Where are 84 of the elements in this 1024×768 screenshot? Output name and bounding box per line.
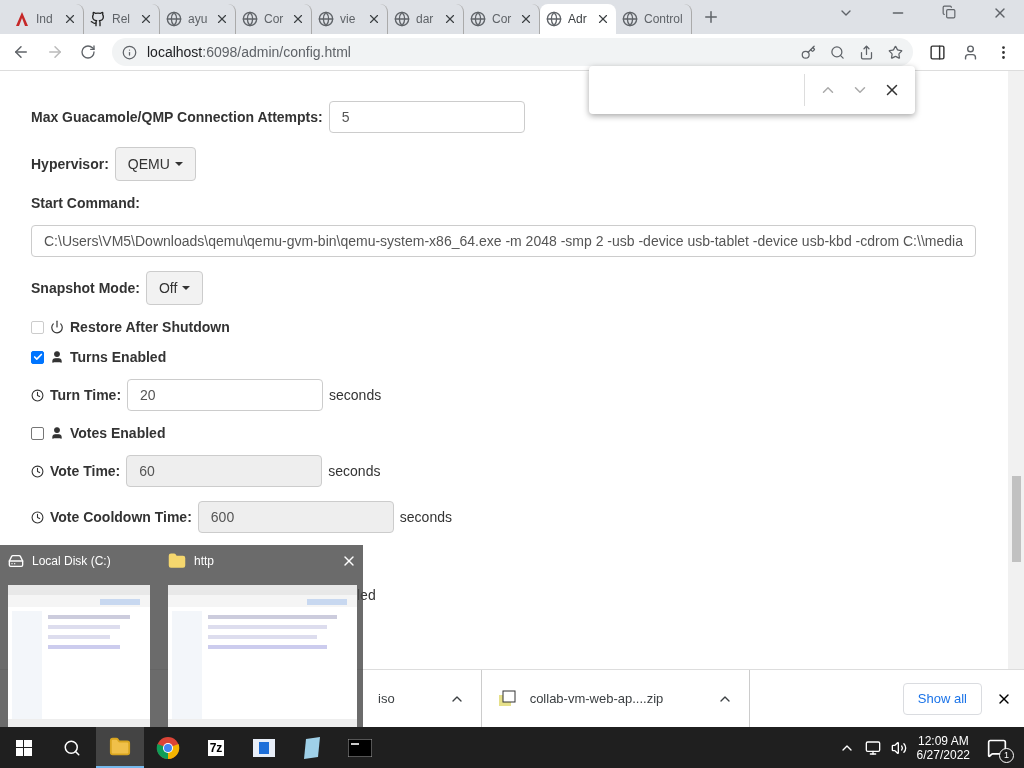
notepad-icon <box>302 736 322 759</box>
close-icon[interactable] <box>519 12 533 26</box>
taskbar-app[interactable]: 7z <box>192 727 240 768</box>
7zip-icon: 7z <box>207 739 225 756</box>
close-icon[interactable] <box>443 12 457 26</box>
side-panel-icon[interactable] <box>929 43 946 61</box>
clock[interactable]: 12:09 AM 6/27/2022 <box>916 733 970 762</box>
info-icon <box>122 44 137 60</box>
window-title: http <box>194 554 214 568</box>
key-icon[interactable] <box>801 44 816 60</box>
close-icon[interactable] <box>139 12 153 26</box>
url-text: localhost:6098/admin/config.html <box>147 44 351 60</box>
close-icon[interactable] <box>291 12 305 26</box>
github-icon <box>90 11 106 27</box>
dropdown[interactable]: QEMU <box>114 147 196 181</box>
checkbox-label: Restore After Shutdown <box>70 319 230 335</box>
star-icon[interactable] <box>888 44 903 60</box>
clock-icon <box>31 464 44 478</box>
close-icon[interactable] <box>63 12 77 26</box>
field-label: Snapshot Mode: <box>31 280 140 296</box>
browser-tab[interactable]: Control <box>616 4 692 34</box>
browser-tab[interactable]: Cor <box>236 4 312 34</box>
profile-icon[interactable] <box>962 43 979 61</box>
notification-button[interactable]: 1 <box>980 732 1014 763</box>
dropdown[interactable]: Off <box>145 271 204 305</box>
user-icon <box>50 426 64 440</box>
arrow-logo-icon <box>14 11 30 27</box>
checkbox-label: Votes Enabled <box>70 425 166 441</box>
window-icon <box>253 738 275 757</box>
close-icon[interactable] <box>367 12 381 26</box>
console-icon <box>348 738 372 757</box>
field-label: Vote Cooldown Time: <box>50 509 192 525</box>
browser-tab[interactable]: vie <box>312 4 388 34</box>
archive-icon <box>497 689 516 708</box>
browser-tab[interactable]: Ind <box>8 4 84 34</box>
globe-icon <box>394 11 410 27</box>
input-field[interactable]: 20 <box>127 379 324 411</box>
search-icon[interactable] <box>830 44 845 60</box>
input-field[interactable]: 5 <box>328 101 525 133</box>
clock-icon <box>31 510 44 524</box>
field-label: Start Command: <box>31 195 141 211</box>
back-icon[interactable] <box>12 43 30 61</box>
checkbox[interactable] <box>31 350 44 364</box>
globe-icon <box>470 11 486 27</box>
show-all-button[interactable]: Show all <box>902 682 982 715</box>
chrome-icon <box>156 735 180 760</box>
folder-icon <box>168 552 186 570</box>
globe-icon <box>166 11 182 27</box>
new-tab-icon[interactable] <box>702 8 720 26</box>
address-bar[interactable]: localhost:6098/admin/config.html <box>112 38 913 66</box>
globe-icon <box>318 11 334 27</box>
checkbox[interactable] <box>31 426 44 440</box>
reload-icon[interactable] <box>80 44 96 60</box>
globe-icon <box>622 11 638 27</box>
globe-icon <box>242 11 258 27</box>
checkbox-label: Turns Enabled <box>70 349 167 365</box>
browser-tab[interactable]: ayu <box>160 4 236 34</box>
field-label: Max Guacamole/QMP Connection Attempts: <box>31 109 323 125</box>
field-label: Vote Time: <box>50 463 121 479</box>
user-icon <box>50 350 64 364</box>
folder-icon <box>109 735 131 758</box>
volume-icon[interactable] <box>890 739 907 756</box>
close-icon[interactable] <box>596 12 610 26</box>
scrollbar[interactable] <box>1008 71 1024 669</box>
command-field[interactable]: C:\Users\VM5\Downloads\qemu\qemu-gvm-bin\qemu-system-x86_64.exe -m 2048 -smp 2 -usb -device usb-tablet -device usb-kbd -cdrom C:\\media <box>31 225 976 257</box>
network-icon[interactable] <box>864 739 881 756</box>
unit-label: seconds <box>399 509 452 525</box>
drive-icon <box>8 553 24 569</box>
clock-icon <box>31 388 44 402</box>
share-icon[interactable] <box>859 44 874 60</box>
power-icon <box>50 320 64 334</box>
restore-icon[interactable] <box>942 5 956 19</box>
field-label: Turn Time: <box>50 387 122 403</box>
unit-label: seconds <box>329 387 382 403</box>
close-icon[interactable] <box>215 12 229 26</box>
unit-label: seconds <box>328 463 381 479</box>
window-title: Local Disk (C:) <box>32 554 111 568</box>
search-icon <box>63 738 81 757</box>
browser-tab[interactable]: Rel <box>84 4 160 34</box>
field-label: Hypervisor: <box>31 156 109 172</box>
windows-icon <box>16 739 32 756</box>
browser-tab[interactable]: Adr <box>540 4 616 34</box>
globe-icon <box>546 11 562 27</box>
browser-tab[interactable]: dar <box>388 4 464 34</box>
